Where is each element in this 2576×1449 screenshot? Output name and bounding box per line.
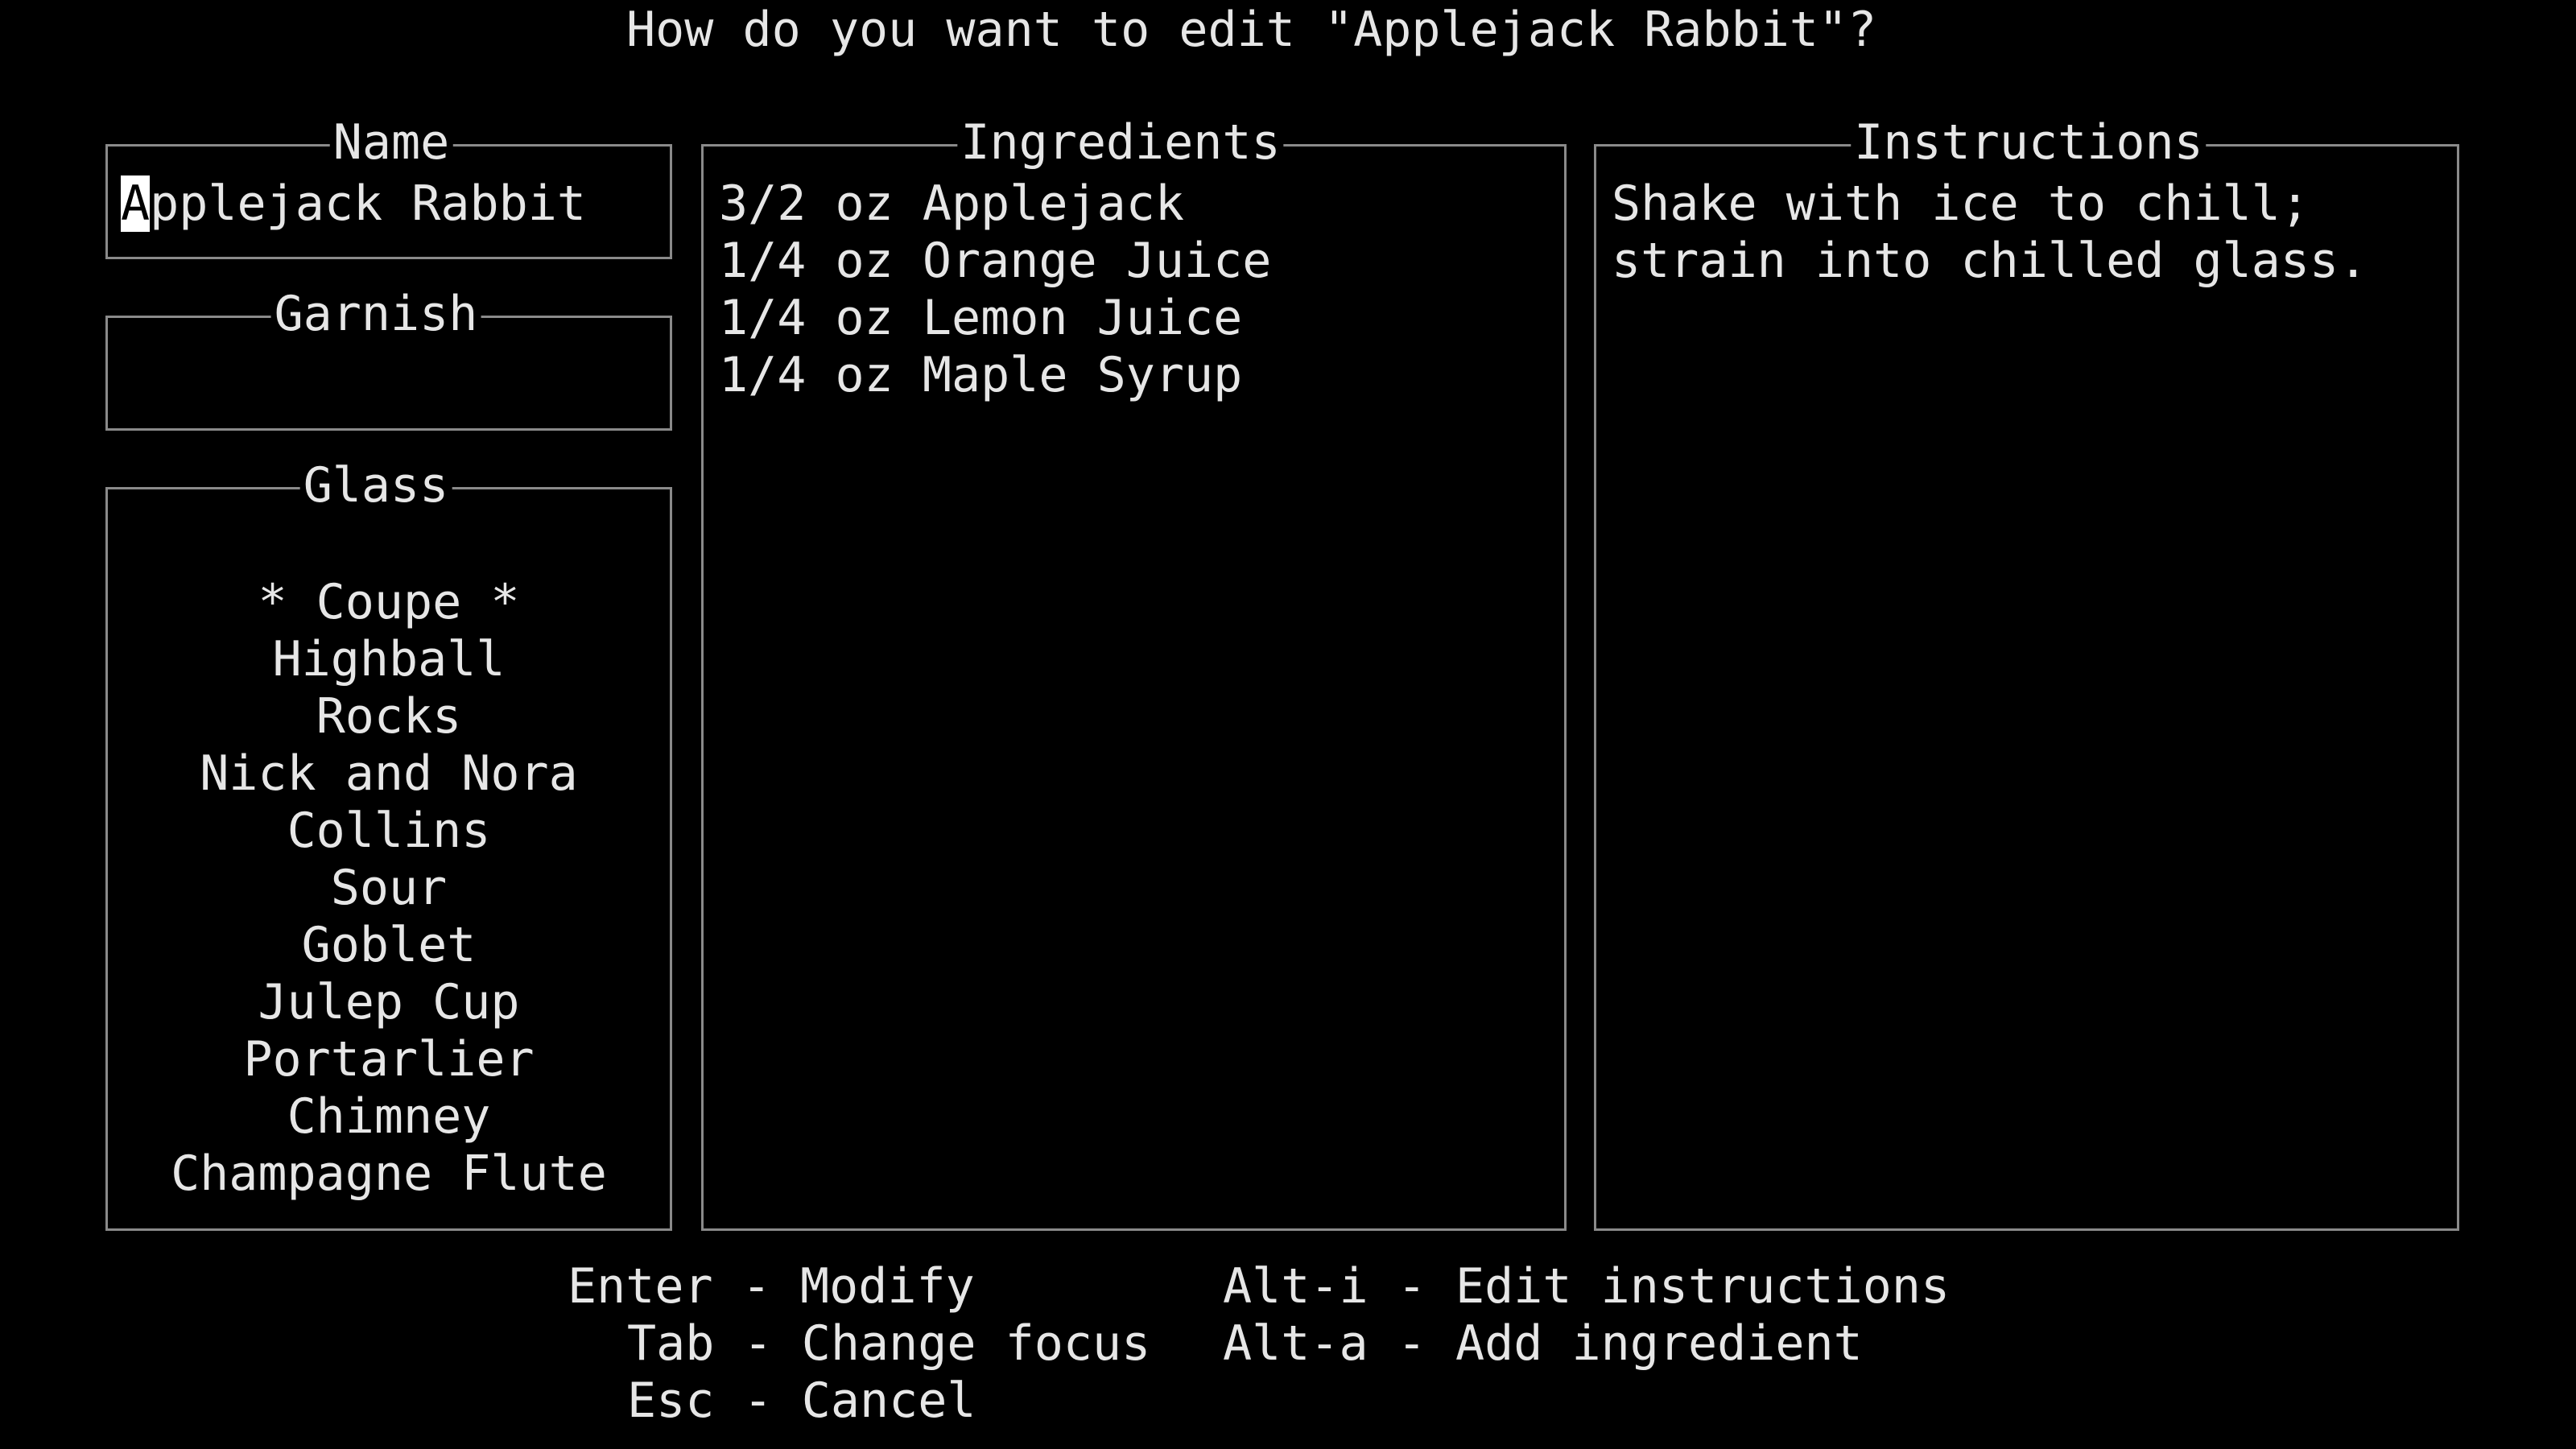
help-alt-a-add-ingredient: Alt-a - Add ingredient — [1223, 1315, 1863, 1372]
glass-list-label: Glass — [299, 457, 452, 514]
glass-option[interactable]: Champagne Flute — [108, 1146, 670, 1203]
instructions-label: Instructions — [1851, 114, 2207, 171]
instructions-panel[interactable]: Instructions Shake with ice to chill; st… — [1594, 114, 2459, 1231]
name-field-label: Name — [329, 114, 453, 171]
name-input[interactable]: Applejack Rabbit — [121, 175, 586, 233]
glass-option[interactable]: Nick and Nora — [108, 745, 670, 803]
glass-option[interactable]: Julep Cup — [108, 974, 670, 1031]
name-field[interactable]: Name Applejack Rabbit — [105, 114, 672, 259]
glass-option[interactable]: Chimney — [108, 1088, 670, 1146]
text-cursor: A — [121, 175, 151, 232]
glass-list[interactable]: Glass * Coupe * Highball Rocks Nick and … — [105, 457, 672, 1231]
glass-option[interactable]: Portarlier — [108, 1031, 670, 1088]
ingredient-item[interactable]: 1/4 oz Lemon Juice — [719, 290, 1242, 347]
terminal-screen: { "dialog": { "title": "How do you want … — [0, 0, 2576, 1449]
ingredient-item[interactable]: 3/2 oz Applejack — [719, 175, 1184, 233]
ingredients-label: Ingredients — [957, 114, 1284, 171]
help-esc-cancel: Esc - Cancel — [627, 1373, 976, 1429]
ingredient-item[interactable]: 1/4 oz Maple Syrup — [719, 347, 1242, 404]
name-input-value: pplejack Rabbit — [150, 175, 586, 232]
instructions-line: Shake with ice to chill; — [1612, 175, 2310, 232]
garnish-field-label: Garnish — [270, 286, 481, 343]
ingredient-item[interactable]: 1/4 oz Orange Juice — [719, 233, 1271, 290]
glass-option[interactable]: Goblet — [108, 917, 670, 974]
garnish-field[interactable]: Garnish — [105, 286, 672, 431]
help-alt-i-edit-instructions: Alt-i - Edit instructions — [1223, 1258, 1951, 1315]
glass-option[interactable]: Highball — [108, 631, 670, 688]
glass-option[interactable]: Rocks — [108, 688, 670, 745]
glass-option-selected[interactable]: * Coupe * — [108, 574, 670, 631]
help-tab-change-focus: Tab - Change focus — [627, 1315, 1151, 1372]
glass-option[interactable]: Collins — [108, 803, 670, 860]
ingredients-panel[interactable]: Ingredients 3/2 oz Applejack 1/4 oz Oran… — [701, 114, 1567, 1231]
help-enter-modify: Enter - Modify — [568, 1258, 975, 1315]
dialog-title: How do you want to edit "Applejack Rabbi… — [626, 2, 1877, 58]
glass-option[interactable]: Sour — [108, 860, 670, 917]
instructions-line: strain into chilled glass. — [1612, 233, 2368, 289]
